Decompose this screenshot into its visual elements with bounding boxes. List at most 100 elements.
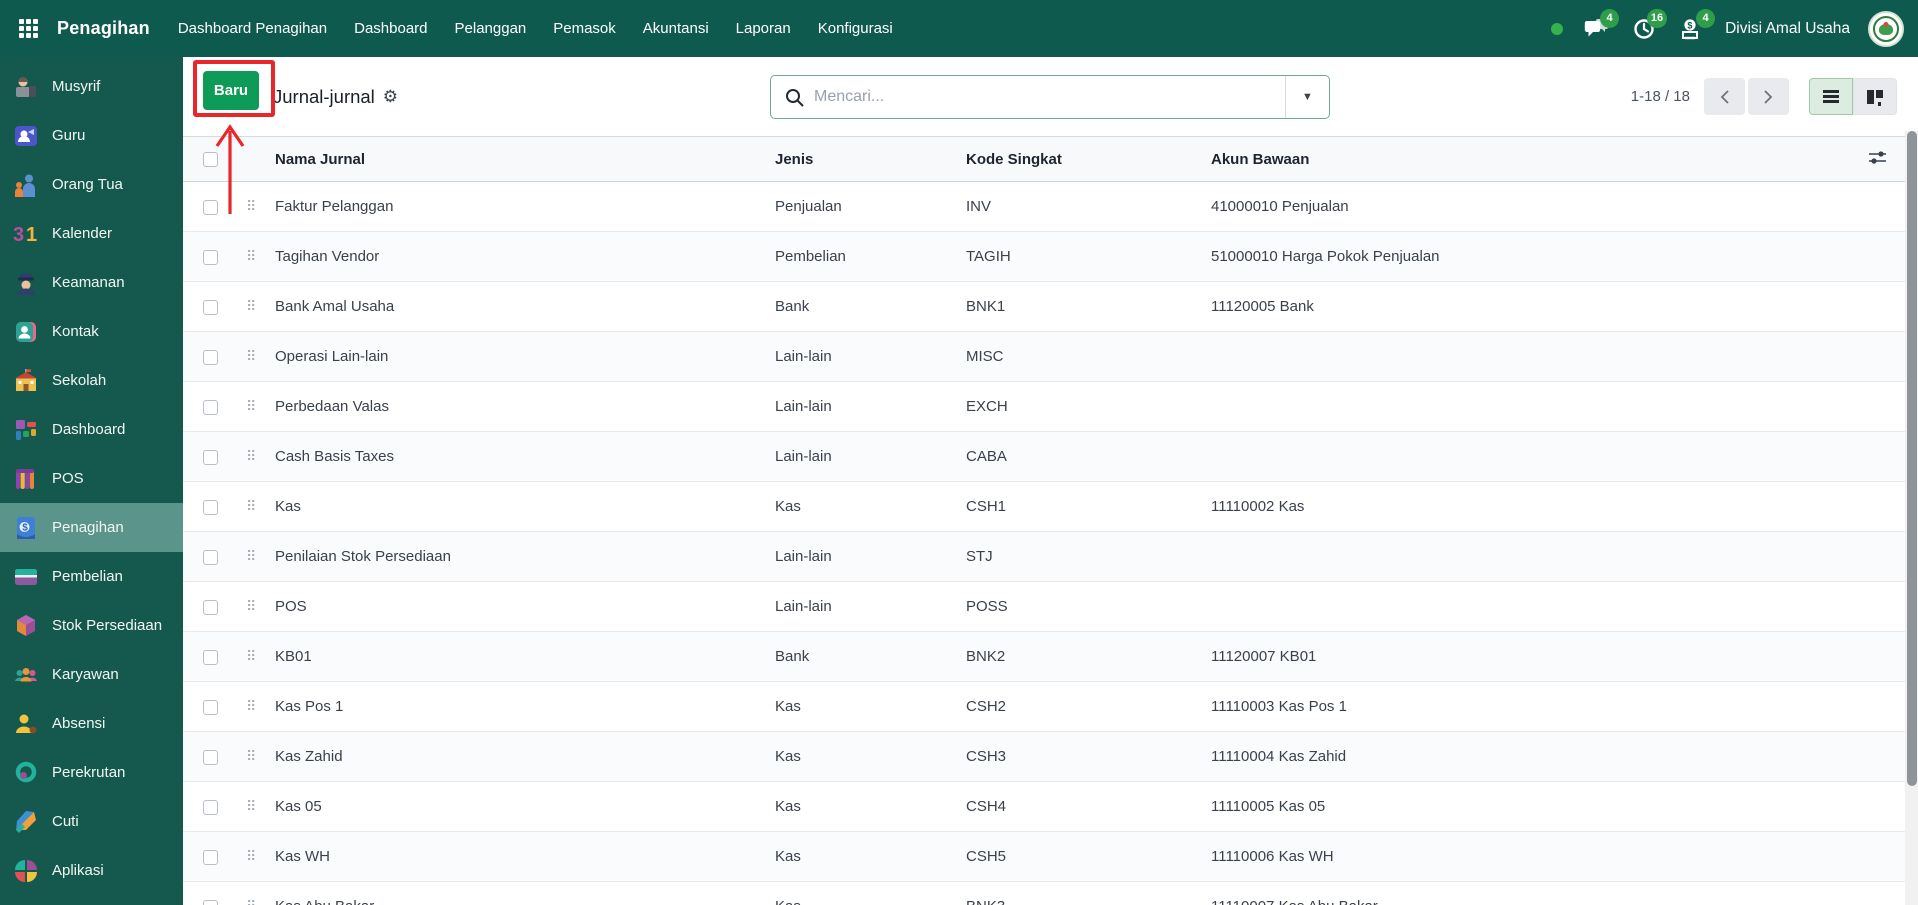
nav-item-pemasok[interactable]: Pemasok — [553, 20, 616, 37]
cell-jenis[interactable]: Lain-lain — [775, 531, 966, 582]
sidebar-item-aplikasi[interactable]: Aplikasi — [0, 846, 183, 895]
cell-jenis[interactable]: Kas — [775, 481, 966, 532]
cell-jenis[interactable]: Pembelian — [775, 231, 966, 282]
cell-akun-bawaan[interactable] — [1211, 531, 1849, 582]
cell-nama-jurnal[interactable]: POS — [275, 581, 775, 632]
column-header-kode-singkat[interactable]: Kode Singkat — [966, 136, 1211, 182]
nav-item-pelanggan[interactable]: Pelanggan — [455, 20, 527, 37]
cell-jenis[interactable]: Kas — [775, 831, 966, 882]
row-checkbox[interactable] — [203, 699, 218, 715]
list-view-button[interactable] — [1809, 78, 1853, 115]
cell-akun-bawaan[interactable]: 11120005 Bank — [1211, 281, 1849, 332]
cell-nama-jurnal[interactable]: Kas WH — [275, 831, 775, 882]
apps-grid-icon[interactable] — [0, 0, 57, 57]
app-brand[interactable]: Penagihan — [57, 18, 150, 39]
cell-akun-bawaan[interactable] — [1211, 381, 1849, 432]
row-checkbox[interactable] — [203, 799, 218, 815]
cell-kode-singkat[interactable]: CABA — [966, 431, 1211, 482]
row-checkbox[interactable] — [203, 549, 218, 565]
nav-item-konfigurasi[interactable]: Konfigurasi — [818, 20, 893, 37]
cell-jenis[interactable]: Kas — [775, 731, 966, 782]
messages-button[interactable]: 4 — [1581, 8, 1620, 44]
table-row[interactable]: ⠿ Kas Zahid Kas CSH3 11110004 Kas Zahid — [183, 731, 1905, 782]
cell-nama-jurnal[interactable]: Faktur Pelanggan — [275, 181, 775, 232]
cell-kode-singkat[interactable]: STJ — [966, 531, 1211, 582]
cell-akun-bawaan[interactable]: 11110002 Kas — [1211, 481, 1849, 532]
gear-icon[interactable]: ⚙ — [383, 87, 398, 107]
cell-kode-singkat[interactable]: CSH5 — [966, 831, 1211, 882]
cell-kode-singkat[interactable]: EXCH — [966, 381, 1211, 432]
cell-jenis[interactable]: Lain-lain — [775, 331, 966, 382]
cell-nama-jurnal[interactable]: Tagihan Vendor — [275, 231, 775, 282]
cell-kode-singkat[interactable]: CSH3 — [966, 731, 1211, 782]
pager-previous-button[interactable] — [1704, 78, 1745, 115]
cell-jenis[interactable]: Kas — [775, 781, 966, 832]
table-row[interactable]: ⠿ Kas Kas CSH1 11110002 Kas — [183, 481, 1905, 532]
table-row[interactable]: ⠿ Penilaian Stok Persediaan Lain-lain ST… — [183, 531, 1905, 582]
sidebar-item-stok-persediaan[interactable]: Stok Persediaan — [0, 601, 183, 650]
sidebar-item-absensi[interactable]: Absensi — [0, 699, 183, 748]
sidebar-item-partial[interactable] — [0, 895, 183, 905]
cell-jenis[interactable]: Penjualan — [775, 181, 966, 232]
table-row[interactable]: ⠿ Operasi Lain-lain Lain-lain MISC — [183, 331, 1905, 382]
row-checkbox[interactable] — [203, 299, 218, 315]
drag-handle-icon[interactable]: ⠿ — [228, 648, 256, 664]
cell-jenis[interactable]: Kas — [775, 681, 966, 732]
drag-handle-icon[interactable]: ⠿ — [228, 598, 256, 614]
cell-akun-bawaan[interactable] — [1211, 331, 1849, 382]
row-checkbox[interactable] — [203, 249, 218, 265]
row-checkbox[interactable] — [203, 399, 218, 415]
company-name[interactable]: Divisi Amal Usaha — [1725, 20, 1850, 38]
row-checkbox[interactable] — [203, 599, 218, 615]
cell-kode-singkat[interactable]: BNK2 — [966, 631, 1211, 682]
sidebar-item-guru[interactable]: Guru — [0, 111, 183, 160]
cell-akun-bawaan[interactable]: 11110006 Kas WH — [1211, 831, 1849, 882]
drag-handle-icon[interactable]: ⠿ — [228, 298, 256, 314]
sidebar-item-dashboard[interactable]: Dashboard — [0, 405, 183, 454]
sidebar-item-sekolah[interactable]: Sekolah — [0, 356, 183, 405]
cell-nama-jurnal[interactable]: Kas 05 — [275, 781, 775, 832]
drag-handle-icon[interactable]: ⠿ — [228, 198, 256, 214]
table-row[interactable]: ⠿ KB01 Bank BNK2 11120007 KB01 — [183, 631, 1905, 682]
cell-akun-bawaan[interactable]: 51000010 Harga Pokok Penjualan — [1211, 231, 1849, 282]
cell-akun-bawaan[interactable]: 11110005 Kas 05 — [1211, 781, 1849, 832]
row-checkbox[interactable] — [203, 749, 218, 765]
user-avatar[interactable] — [1868, 10, 1904, 47]
row-checkbox[interactable] — [203, 349, 218, 365]
cell-nama-jurnal[interactable]: Operasi Lain-lain — [275, 331, 775, 382]
drag-handle-icon[interactable]: ⠿ — [228, 398, 256, 414]
cell-akun-bawaan[interactable]: 11110003 Kas Pos 1 — [1211, 681, 1849, 732]
cell-kode-singkat[interactable]: BNK3 — [966, 881, 1211, 905]
cell-jenis[interactable]: Bank — [775, 281, 966, 332]
drag-handle-icon[interactable]: ⠿ — [228, 898, 256, 905]
cell-jenis[interactable]: Bank — [775, 631, 966, 682]
cell-nama-jurnal[interactable]: Penilaian Stok Persediaan — [275, 531, 775, 582]
table-row[interactable]: ⠿ Kas Pos 1 Kas CSH2 11110003 Kas Pos 1 — [183, 681, 1905, 732]
row-checkbox[interactable] — [203, 649, 218, 665]
sidebar-item-kalender[interactable]: 3 1 Kalender — [0, 209, 183, 258]
table-row[interactable]: ⠿ Faktur Pelanggan Penjualan INV 4100001… — [183, 181, 1905, 232]
cell-nama-jurnal[interactable]: Kas Pos 1 — [275, 681, 775, 732]
column-settings-icon[interactable] — [1868, 149, 1887, 166]
table-row[interactable]: ⠿ Bank Amal Usaha Bank BNK1 11120005 Ban… — [183, 281, 1905, 332]
vertical-scrollbar[interactable] — [1905, 131, 1918, 905]
drag-handle-icon[interactable]: ⠿ — [228, 798, 256, 814]
drag-handle-icon[interactable]: ⠿ — [228, 248, 256, 264]
nav-item-dashboard-penagihan[interactable]: Dashboard Penagihan — [178, 20, 327, 37]
cell-akun-bawaan[interactable]: 11110004 Kas Zahid — [1211, 731, 1849, 782]
sidebar-item-perekrutan[interactable]: Perekrutan — [0, 748, 183, 797]
table-row[interactable]: ⠿ Perbedaan Valas Lain-lain EXCH — [183, 381, 1905, 432]
cell-jenis[interactable]: Lain-lain — [775, 431, 966, 482]
pager-next-button[interactable] — [1748, 78, 1789, 115]
table-row[interactable]: ⠿ Kas Abu Bakar Kas BNK3 11110007 Kas Ab… — [183, 881, 1905, 905]
row-checkbox[interactable] — [203, 849, 218, 865]
drag-handle-icon[interactable]: ⠿ — [228, 448, 256, 464]
drag-handle-icon[interactable]: ⠿ — [228, 698, 256, 714]
sidebar-item-kontak[interactable]: Kontak — [0, 307, 183, 356]
row-checkbox[interactable] — [203, 449, 218, 465]
scrollbar-thumb[interactable] — [1906, 131, 1917, 786]
search-input[interactable] — [814, 88, 1285, 106]
table-row[interactable]: ⠿ Tagihan Vendor Pembelian TAGIH 5100001… — [183, 231, 1905, 282]
cell-nama-jurnal[interactable]: Kas Abu Bakar — [275, 881, 775, 905]
nav-item-akuntansi[interactable]: Akuntansi — [643, 20, 709, 37]
